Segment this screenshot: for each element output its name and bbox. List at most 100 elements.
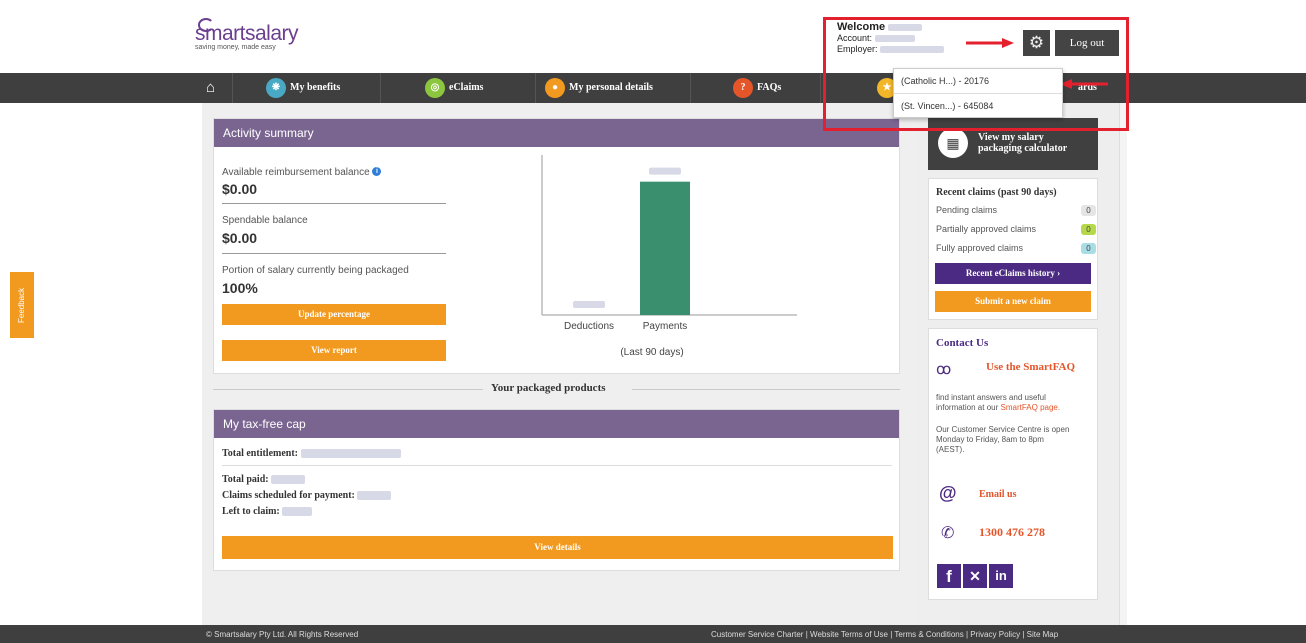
divider-line-right (632, 389, 900, 390)
logout-button[interactable]: Log out (1055, 30, 1119, 56)
email-us-link[interactable]: Email us (979, 489, 1017, 500)
contact-us-panel: Contact Us ꝏ Use the SmartFAQ find insta… (928, 328, 1098, 600)
service-text-line3: (AEST). (936, 445, 965, 454)
account-label: Account: (837, 33, 873, 43)
total-entitlement-row: Total entitlement: (222, 448, 401, 459)
claims-scheduled-row: Claims scheduled for payment: (222, 490, 392, 501)
employer-option[interactable]: (St. Vincen...) - 645084 (894, 94, 1062, 119)
employer-dropdown: (Catholic H...) - 20176 (St. Vincen...) … (893, 68, 1063, 118)
left-to-claim-label: Left to claim: (222, 506, 280, 517)
left-to-claim-row: Left to claim: (222, 506, 313, 517)
partial-claims-label: Partially approved claims (936, 224, 1037, 234)
reimbursement-value: $0.00 (222, 181, 258, 197)
home-icon[interactable]: ⌂ (206, 73, 215, 103)
view-report-button[interactable]: View report (222, 340, 446, 361)
full-claims-count: 0 (1081, 243, 1096, 254)
spendable-label: Spendable balance (222, 215, 308, 226)
portion-value: 100% (222, 280, 258, 296)
claims-scheduled-label: Claims scheduled for payment: (222, 490, 355, 501)
employer-option[interactable]: (Catholic H...) - 20176 (894, 69, 1062, 94)
entitlement-value-redacted (300, 449, 401, 459)
employer-value-redacted (880, 46, 945, 54)
contact-us-title: Contact Us (936, 337, 989, 349)
faq-text-line2: information at our SmartFAQ page. (936, 403, 1060, 413)
linkedin-icon[interactable]: in (989, 564, 1013, 588)
footer-link-privacy-policy[interactable]: Privacy Policy (970, 630, 1020, 639)
scrollbar[interactable] (1119, 103, 1127, 625)
nav-label: My personal details (569, 82, 653, 93)
footer-link-terms-conditions[interactable]: Terms & Conditions (894, 630, 963, 639)
main-nav: ⌂ ❋ My benefits ◎ eClaims ● My personal det… (0, 73, 1306, 103)
question-icon: ? (733, 77, 753, 98)
phone-number[interactable]: 1300 476 278 (979, 525, 1045, 540)
activity-summary-panel: Activity summary Available reimbursement… (213, 118, 900, 374)
copyright-text: © Smartsalary Pty Ltd. All Rights Reserv… (206, 630, 359, 639)
chart-data-label-redacted (573, 301, 605, 308)
full-claims-label: Fully approved claims (936, 243, 1024, 253)
annotation-arrow-left-icon (1060, 79, 1108, 89)
site-header: smartsalary saving money, made easy Welc… (0, 0, 1306, 73)
recent-claims-panel: Recent claims (past 90 days) Pending cla… (928, 178, 1098, 320)
chevron-right-icon: › (1057, 268, 1061, 278)
chart-bar (640, 181, 690, 315)
welcome-box: Welcome Account: Employer: (837, 21, 945, 55)
smartfaq-link[interactable]: Use the SmartFAQ (986, 361, 1075, 373)
nav-item-personal-details[interactable]: ● My personal details (545, 73, 653, 103)
total-entitlement-label: Total entitlement: (222, 448, 299, 459)
annotation-arrow-right-icon (966, 38, 1014, 48)
nav-separator (232, 73, 233, 103)
nav-item-my-benefits[interactable]: ❋ My benefits (266, 73, 340, 103)
left-value-redacted (282, 507, 313, 517)
packaged-products-heading: Your packaged products (491, 382, 606, 394)
nav-label: eClaims (449, 82, 484, 93)
twitter-icon[interactable]: ✕ (963, 564, 987, 588)
user-name-redacted (887, 24, 922, 32)
faq-description: find instant answers and useful informat… (936, 393, 1060, 413)
gear-icon[interactable]: ⚙ (1023, 30, 1050, 56)
calculator-icon: ▦ (938, 128, 968, 158)
divider (222, 253, 446, 254)
nav-separator (380, 73, 381, 103)
update-percentage-button[interactable]: Update percentage (222, 304, 446, 325)
reimbursement-label-text: Available reimbursement balance (222, 167, 370, 178)
divider (222, 465, 892, 466)
reimbursement-label: Available reimbursement balance i (222, 167, 382, 178)
salary-calculator-button[interactable]: ▦ View my salary packaging calculator (928, 118, 1098, 170)
divider-line-left (213, 389, 483, 390)
total-paid-label: Total paid: (222, 474, 269, 485)
person-icon: ● (545, 77, 565, 98)
faq-text-line1: find instant answers and useful (936, 393, 1046, 402)
footer-link-site-map[interactable]: Site Map (1027, 630, 1059, 639)
footer-link-service-charter[interactable]: Customer Service Charter (711, 630, 803, 639)
scheduled-value-redacted (357, 491, 392, 501)
faq-text-line2-label: information at our (936, 403, 999, 412)
benefits-icon: ❋ (266, 77, 286, 98)
footer-link-website-terms[interactable]: Website Terms of Use (810, 630, 888, 639)
feedback-tab[interactable]: Feedback (10, 272, 34, 338)
chart-category-label: Payments (643, 321, 687, 332)
nav-separator (690, 73, 691, 103)
recent-claims-title: Recent claims (past 90 days) (936, 187, 1057, 198)
smartfaq-page-link[interactable]: SmartFAQ page. (1001, 403, 1061, 412)
chart-caption: (Last 90 days) (620, 347, 683, 358)
nav-separator (535, 73, 536, 103)
info-icon[interactable]: i (372, 167, 382, 176)
employer-label: Employer: (837, 44, 878, 54)
pending-claims-count: 0 (1081, 205, 1096, 216)
nav-item-faqs[interactable]: ? FAQs (733, 73, 781, 103)
nav-label: FAQs (757, 82, 782, 93)
facebook-icon[interactable]: f (937, 564, 961, 588)
nav-item-eclaims[interactable]: ◎ eClaims (425, 73, 483, 103)
recent-eclaims-history-button[interactable]: Recent eClaims history › (935, 263, 1091, 284)
welcome-text: Welcome (837, 21, 886, 33)
submit-new-claim-button[interactable]: Submit a new claim (935, 291, 1091, 312)
service-text-line1: Our Customer Service Centre is open (936, 425, 1070, 434)
view-details-button[interactable]: View details (222, 536, 893, 559)
account-value-redacted (874, 35, 915, 43)
partial-claims-count: 0 (1081, 224, 1096, 235)
eclaims-icon: ◎ (425, 77, 445, 98)
chart-data-label-redacted (649, 167, 681, 175)
tax-free-cap-panel: My tax-free cap Total entitlement: Total… (213, 409, 900, 571)
calculator-label: View my salary packaging calculator (978, 132, 1067, 154)
smartsalary-logo[interactable]: smartsalary saving money, made easy (195, 18, 299, 51)
